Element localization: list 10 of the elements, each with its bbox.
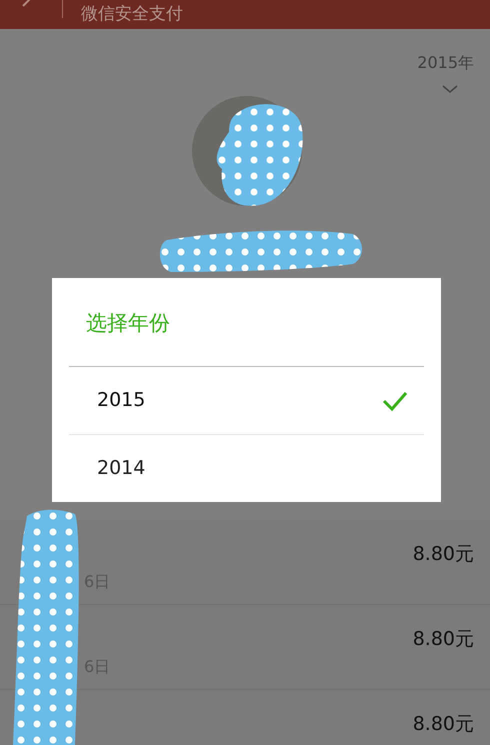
year-option[interactable]: 2014 (69, 434, 424, 501)
dialog-title: 选择年份 (85, 310, 171, 337)
record-amount: 8.80元 (412, 542, 474, 567)
year-option[interactable]: 2015 (69, 367, 424, 434)
checkmark-icon (382, 390, 408, 410)
header-title: 微信安全支付 (81, 2, 183, 26)
chevron-down-icon[interactable] (442, 85, 458, 93)
year-label[interactable]: 2015年 (417, 51, 474, 75)
record-amount: 8.80元 (412, 712, 474, 737)
record-amount: 8.80元 (412, 627, 474, 652)
